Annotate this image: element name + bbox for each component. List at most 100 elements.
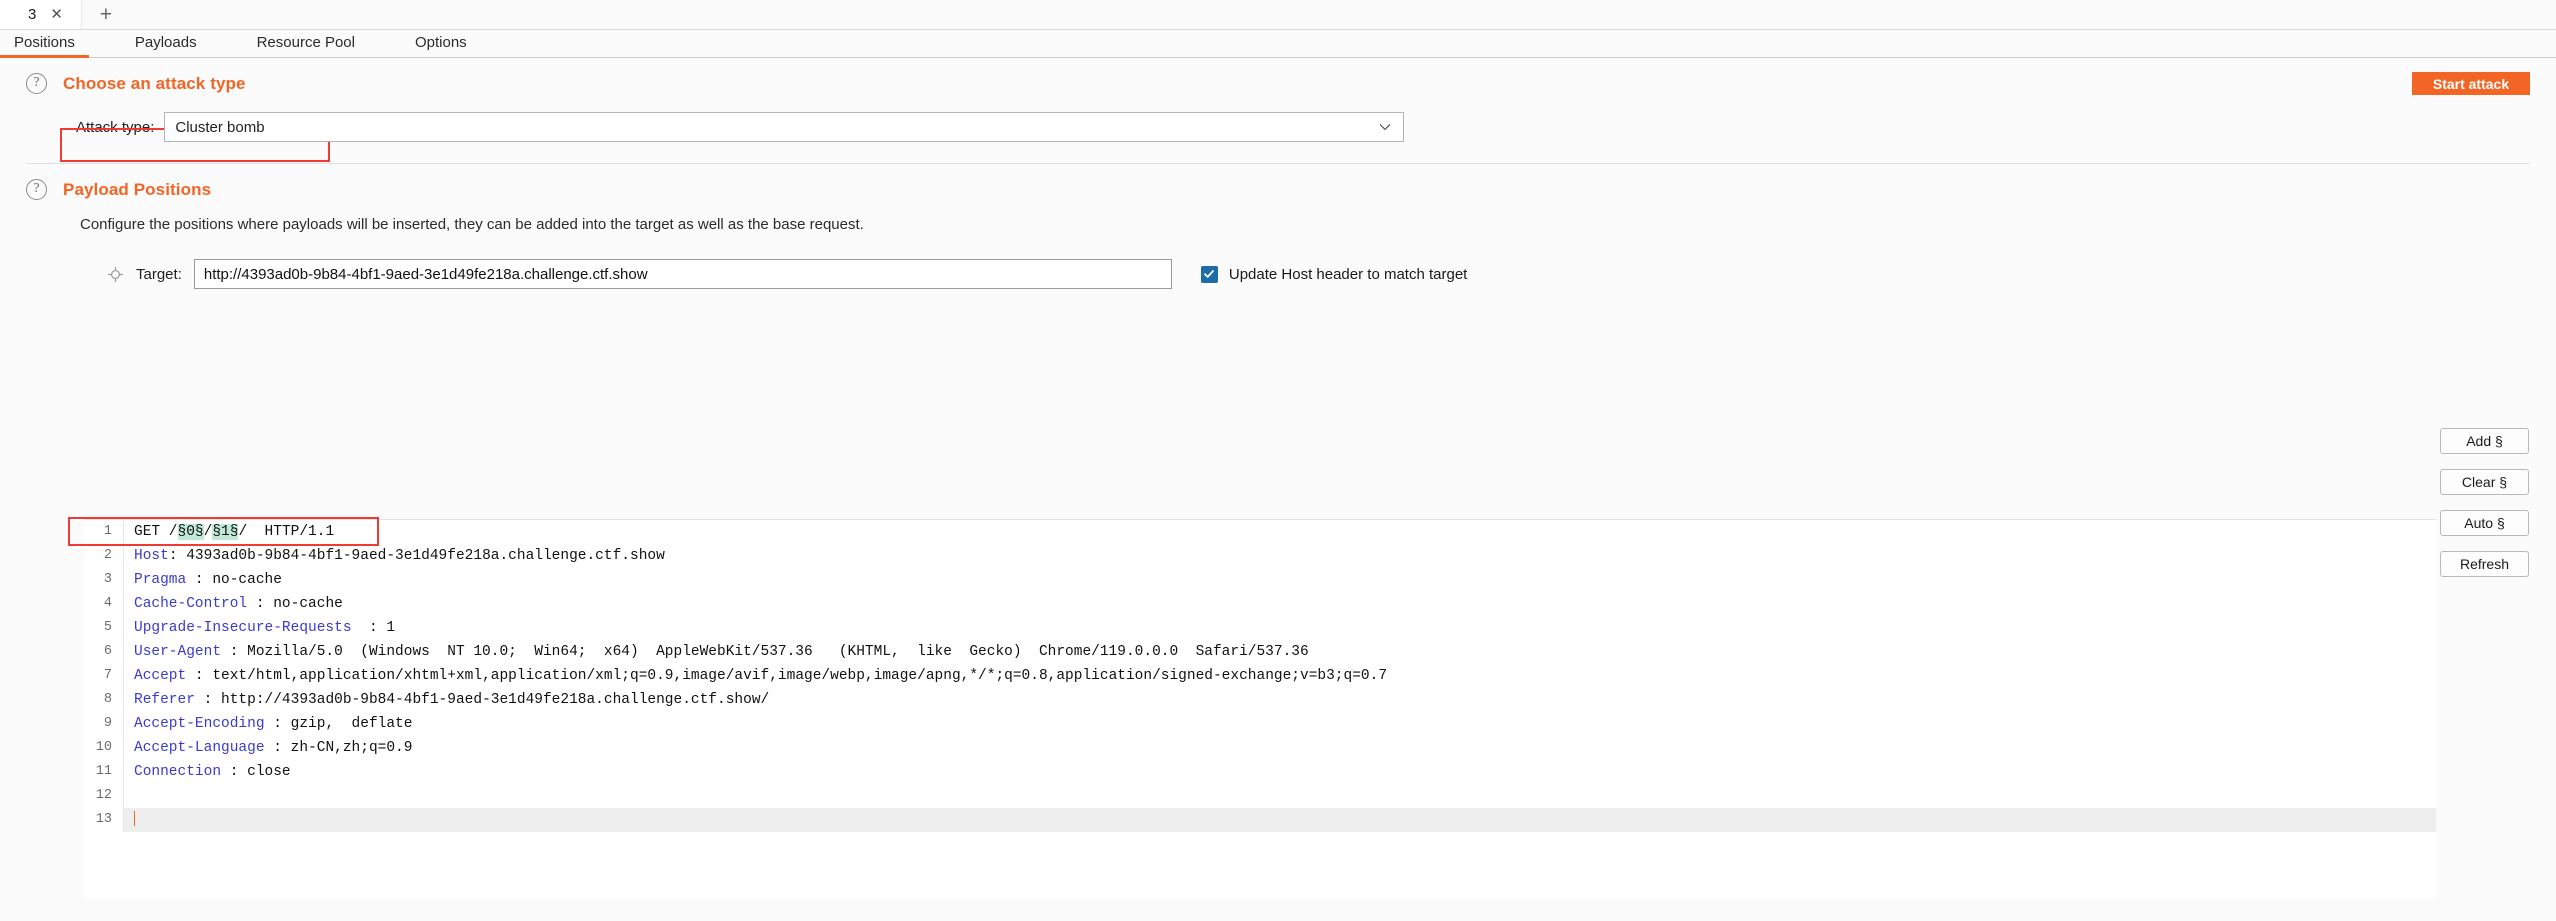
header-name: Accept <box>134 668 187 684</box>
line-number: 1 <box>84 520 124 544</box>
update-host-header-checkbox-row[interactable]: Update Host header to match target <box>1200 265 1468 283</box>
code-text: : text/html,application/xhtml+xml,applic… <box>186 668 1388 684</box>
line-number: 2 <box>84 544 124 568</box>
code-text: / HTTP/1.1 <box>238 524 335 540</box>
update-host-header-label: Update Host header to match target <box>1228 265 1468 283</box>
crosshair-icon[interactable] <box>108 266 123 282</box>
header-name: Accept-Encoding <box>134 716 265 732</box>
line-number: 13 <box>84 808 124 832</box>
tab-positions-label: Positions <box>14 34 75 51</box>
line-number: 11 <box>84 760 124 784</box>
line-number: 5 <box>84 616 124 640</box>
tab-resource-pool[interactable]: Resource Pool <box>257 34 355 57</box>
header-name: Upgrade-Insecure-Requests <box>134 620 352 636</box>
line-content[interactable]: Cache-Control : no-cache <box>124 592 2436 616</box>
code-text: : 1 <box>351 620 396 636</box>
tab-options-label: Options <box>414 34 467 51</box>
code-text: : close <box>221 764 291 780</box>
request-line[interactable]: 6 User-Agent : Mozilla/5.0 (Windows NT 10… <box>84 640 2436 664</box>
question-mark-icon[interactable]: ? <box>26 179 47 200</box>
line-content[interactable]: User-Agent : Mozilla/5.0 (Windows NT 10.… <box>124 640 2436 664</box>
header-name: Accept-Language <box>134 740 265 756</box>
line-content[interactable]: Host: 4393ad0b-9b84-4bf1-9aed-3e1d49fe21… <box>124 544 2436 568</box>
auto-markers-button[interactable]: Auto § <box>2440 510 2529 536</box>
request-line[interactable]: 9 Accept-Encoding : gzip, deflate <box>84 712 2436 736</box>
position-action-buttons: Add § Clear § Auto § Refresh <box>2440 428 2529 577</box>
request-line[interactable]: 2 Host: 4393ad0b-9b84-4bf1-9aed-3e1d49fe2… <box>84 544 2436 568</box>
line-number: 10 <box>84 736 124 760</box>
line-content[interactable]: GET /§0§/§1§/ HTTP/1.1 <box>124 520 2436 544</box>
target-label: Target: <box>136 265 182 283</box>
attack-type-value: Cluster bomb <box>175 118 265 136</box>
line-number: 3 <box>84 568 124 592</box>
payload-positions-description: Configure the positions where payloads w… <box>80 216 864 233</box>
line-content[interactable]: Accept-Language : zh-CN,zh;q=0.9 <box>124 736 2436 760</box>
line-number: 6 <box>84 640 124 664</box>
update-host-header-checkbox[interactable] <box>1200 265 1218 283</box>
line-content[interactable] <box>124 808 2436 832</box>
tab-payloads[interactable]: Payloads <box>135 34 197 57</box>
request-line[interactable]: 10 Accept-Language : zh-CN,zh;q=0.9 <box>84 736 2436 760</box>
header-name: Pragma <box>134 572 187 588</box>
window-tab-3[interactable]: 3 ✕ <box>0 0 82 29</box>
tab-payloads-label: Payloads <box>134 34 197 51</box>
code-text: : 4393ad0b-9b84-4bf1-9aed-3e1d49fe218a.c… <box>168 548 665 564</box>
plus-icon[interactable]: + <box>82 0 130 29</box>
line-number: 4 <box>84 592 124 616</box>
start-attack-button[interactable]: Start attack <box>2412 72 2530 95</box>
request-line[interactable]: 5 Upgrade-Insecure-Requests : 1 <box>84 616 2436 640</box>
request-editor-lines[interactable]: 1 GET /§0§/§1§/ HTTP/1.1 2 Host: 4393ad0b-9… <box>84 520 2436 832</box>
payload-marker: §0§ <box>177 524 204 540</box>
clear-markers-button[interactable]: Clear § <box>2440 469 2529 495</box>
line-content[interactable]: Pragma : no-cache <box>124 568 2436 592</box>
code-text: : gzip, deflate <box>264 716 413 732</box>
request-line[interactable]: 13 <box>84 808 2436 832</box>
tab-options[interactable]: Options <box>415 34 467 57</box>
line-number: 9 <box>84 712 124 736</box>
tab-positions[interactable]: Positions <box>0 34 89 58</box>
request-line[interactable]: 3 Pragma : no-cache <box>84 568 2436 592</box>
attack-type-header: ? Choose an attack type <box>26 58 2530 94</box>
attack-type-label: Attack type: <box>76 118 155 136</box>
header-name: User-Agent <box>134 644 222 660</box>
line-content[interactable]: Connection : close <box>124 760 2436 784</box>
add-marker-button[interactable]: Add § <box>2440 428 2529 454</box>
line-content[interactable]: Accept : text/html,application/xhtml+xml… <box>124 664 2436 688</box>
tab-resource-pool-label: Resource Pool <box>256 34 355 51</box>
request-line[interactable]: 12 <box>84 784 2436 808</box>
header-name: Host <box>134 548 169 564</box>
payload-positions-title: Payload Positions <box>63 179 212 199</box>
payload-marker: §1§ <box>212 524 239 540</box>
code-text: : http://4393ad0b-9b84-4bf1-9aed-3e1d49f… <box>194 692 770 708</box>
header-name: Cache-Control <box>134 596 248 612</box>
request-line[interactable]: 8 Referer : http://4393ad0b-9b84-4bf1-9ae… <box>84 688 2436 712</box>
check-icon <box>1204 270 1215 278</box>
code-text: : zh-CN,zh;q=0.9 <box>264 740 413 756</box>
line-content[interactable]: Referer : http://4393ad0b-9b84-4bf1-9aed… <box>124 688 2436 712</box>
close-icon[interactable]: ✕ <box>50 7 63 22</box>
request-line[interactable]: 7 Accept : text/html,application/xhtml+xm… <box>84 664 2436 688</box>
target-input[interactable] <box>193 259 1172 289</box>
request-editor[interactable]: 1 GET /§0§/§1§/ HTTP/1.1 2 Host: 4393ad0b-9… <box>84 519 2436 899</box>
code-text: : no-cache <box>247 596 343 612</box>
header-name: Referer <box>134 692 195 708</box>
code-text: : no-cache <box>186 572 282 588</box>
code-text: GET / <box>134 524 178 540</box>
line-number: 12 <box>84 784 124 808</box>
line-content[interactable]: Accept-Encoding : gzip, deflate <box>124 712 2436 736</box>
text-caret <box>134 811 135 826</box>
attack-type-title: Choose an attack type <box>63 73 246 93</box>
request-line[interactable]: 11 Connection : close <box>84 760 2436 784</box>
window-tabstrip: 3 ✕ + <box>0 0 2556 30</box>
window-tab-label: 3 <box>28 6 37 23</box>
line-content[interactable]: Upgrade-Insecure-Requests : 1 <box>124 616 2436 640</box>
code-text: : Mozilla/5.0 (Windows NT 10.0; Win64; x… <box>221 644 1309 660</box>
request-line[interactable]: 1 GET /§0§/§1§/ HTTP/1.1 <box>84 520 2436 544</box>
request-line[interactable]: 4 Cache-Control : no-cache <box>84 592 2436 616</box>
chevron-down-icon <box>1379 123 1391 131</box>
line-number: 8 <box>84 688 124 712</box>
refresh-button[interactable]: Refresh <box>2440 551 2529 577</box>
question-mark-icon[interactable]: ? <box>26 73 47 94</box>
attack-type-dropdown[interactable]: Cluster bomb <box>164 112 1404 142</box>
line-number: 7 <box>84 664 124 688</box>
